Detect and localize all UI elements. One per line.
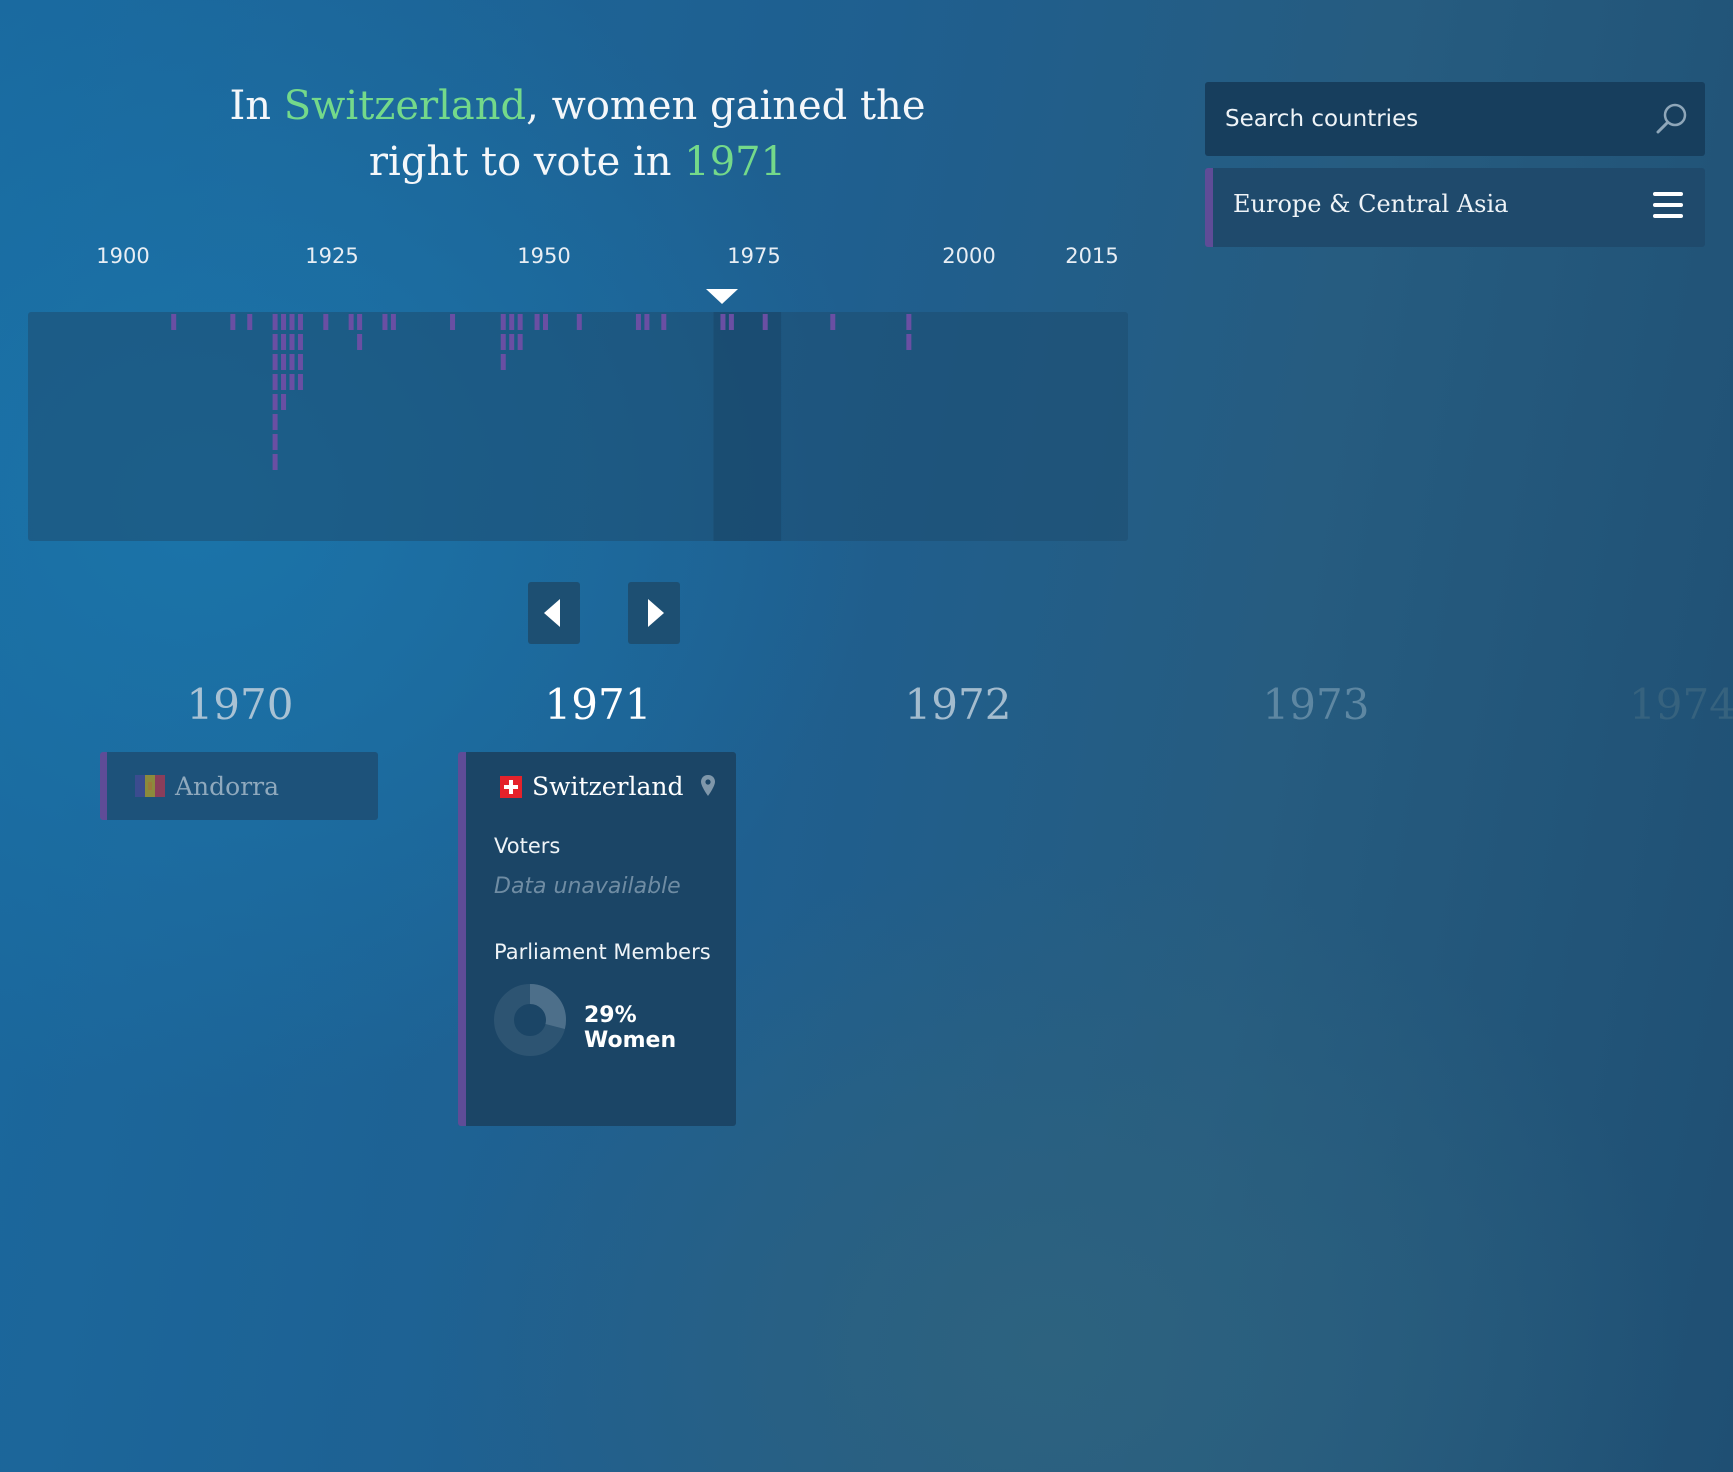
search-icon[interactable] [1655,102,1689,136]
suffrage-marker[interactable] [517,314,523,330]
year-column-1971[interactable]: 1971 [458,675,738,735]
triangle-left-icon [544,599,560,627]
timeline-chart[interactable] [28,312,1128,541]
suffrage-marker[interactable] [289,374,295,390]
suffrage-marker[interactable] [500,334,506,350]
country-name: Andorra [175,771,280,801]
suffrage-marker[interactable] [272,374,278,390]
selected-window [713,312,782,541]
suffrage-marker[interactable] [576,314,582,330]
card-header: Switzerland [500,772,684,801]
hamburger-menu-icon[interactable] [1653,192,1683,225]
year-column-1973[interactable]: 1973 [1176,675,1456,735]
suffrage-marker[interactable] [390,314,396,330]
headline-country[interactable]: Switzerland [284,83,526,129]
suffrage-marker[interactable] [272,414,278,430]
suffrage-marker[interactable] [357,314,363,330]
suffrage-marker[interactable] [247,314,253,330]
suffrage-marker[interactable] [281,334,287,350]
suffrage-marker[interactable] [728,314,734,330]
suffrage-marker[interactable] [500,354,506,370]
suffrage-marker[interactable] [382,314,388,330]
map-pin-icon[interactable] [700,774,716,798]
voters-label: Voters [494,834,561,858]
search-box [1205,82,1705,156]
suffrage-marker[interactable] [509,334,515,350]
suffrage-marker[interactable] [289,314,295,330]
swiss-flag-icon [500,775,522,798]
prev-year-button[interactable] [528,582,580,644]
axis-label-1975: 1975 [727,244,781,268]
andorra-flag-icon [135,775,165,797]
suffrage-marker[interactable] [830,314,836,330]
year-label: 1973 [1262,680,1370,729]
year-column-1974[interactable]: 1974 [1535,675,1733,735]
suffrage-marker[interactable] [281,314,287,330]
women-percentage: 29% Women [584,1003,677,1053]
suffrage-marker[interactable] [272,394,278,410]
timeline-chart-svg[interactable] [28,312,1128,541]
suffrage-marker[interactable] [534,314,540,330]
headline-prefix: In [229,83,284,129]
parliament-donut-chart [494,984,566,1056]
axis-label-1950: 1950 [517,244,571,268]
region-filter-label: Europe & Central Asia [1233,190,1509,218]
suffrage-marker[interactable] [272,354,278,370]
axis-label-2015: 2015 [1065,244,1119,268]
suffrage-marker[interactable] [297,334,303,350]
axis-label-1900: 1900 [96,244,150,268]
country-chip-andorra[interactable]: Andorra [100,752,378,820]
country-card-switzerland[interactable]: Switzerland Voters Data unavailable Parl… [458,752,736,1126]
parliament-label: Parliament Members [494,940,711,964]
suffrage-marker[interactable] [348,314,354,330]
suffrage-marker[interactable] [297,354,303,370]
next-year-button[interactable] [628,582,680,644]
country-name: Switzerland [532,772,684,801]
suffrage-marker[interactable] [281,354,287,370]
year-label: 1974 [1629,680,1733,729]
suffrage-marker[interactable] [297,314,303,330]
year-label: 1970 [186,680,294,729]
suffrage-marker[interactable] [357,334,363,350]
suffrage-marker[interactable] [289,354,295,370]
search-input[interactable] [1205,82,1645,156]
suffrage-marker[interactable] [289,334,295,350]
triangle-right-icon [648,599,664,627]
suffrage-marker[interactable] [230,314,236,330]
suffrage-marker[interactable] [644,314,650,330]
suffrage-marker[interactable] [906,334,912,350]
region-filter-select[interactable]: Europe & Central Asia [1205,168,1705,247]
suffrage-marker[interactable] [517,334,523,350]
suffrage-marker[interactable] [762,314,768,330]
headline-year: 1971 [684,139,787,185]
suffrage-marker[interactable] [281,374,287,390]
suffrage-marker[interactable] [635,314,641,330]
year-column-1970[interactable]: 1970 [100,675,380,735]
suffrage-marker[interactable] [272,454,278,470]
suffrage-marker[interactable] [720,314,726,330]
axis-label-1925: 1925 [305,244,359,268]
suffrage-marker[interactable] [543,314,548,330]
suffrage-marker[interactable] [500,314,506,330]
suffrage-marker[interactable] [661,314,667,330]
headline: In Switzerland, women gained the right t… [200,78,955,190]
suffrage-marker[interactable] [281,394,287,410]
year-label: 1972 [904,680,1012,729]
suffrage-marker[interactable] [297,374,303,390]
axis-label-2000: 2000 [942,244,996,268]
suffrage-marker[interactable] [509,314,515,330]
suffrage-marker[interactable] [272,434,278,450]
suffrage-marker[interactable] [272,334,278,350]
suffrage-marker[interactable] [906,314,912,330]
selected-year-marker [706,289,738,304]
year-label: 1971 [544,680,652,729]
suffrage-marker[interactable] [450,314,456,330]
voters-value: Data unavailable [494,874,681,899]
year-column-1972[interactable]: 1972 [818,675,1098,735]
suffrage-marker[interactable] [323,314,329,330]
suffrage-marker[interactable] [272,314,278,330]
suffrage-marker[interactable] [171,314,177,330]
